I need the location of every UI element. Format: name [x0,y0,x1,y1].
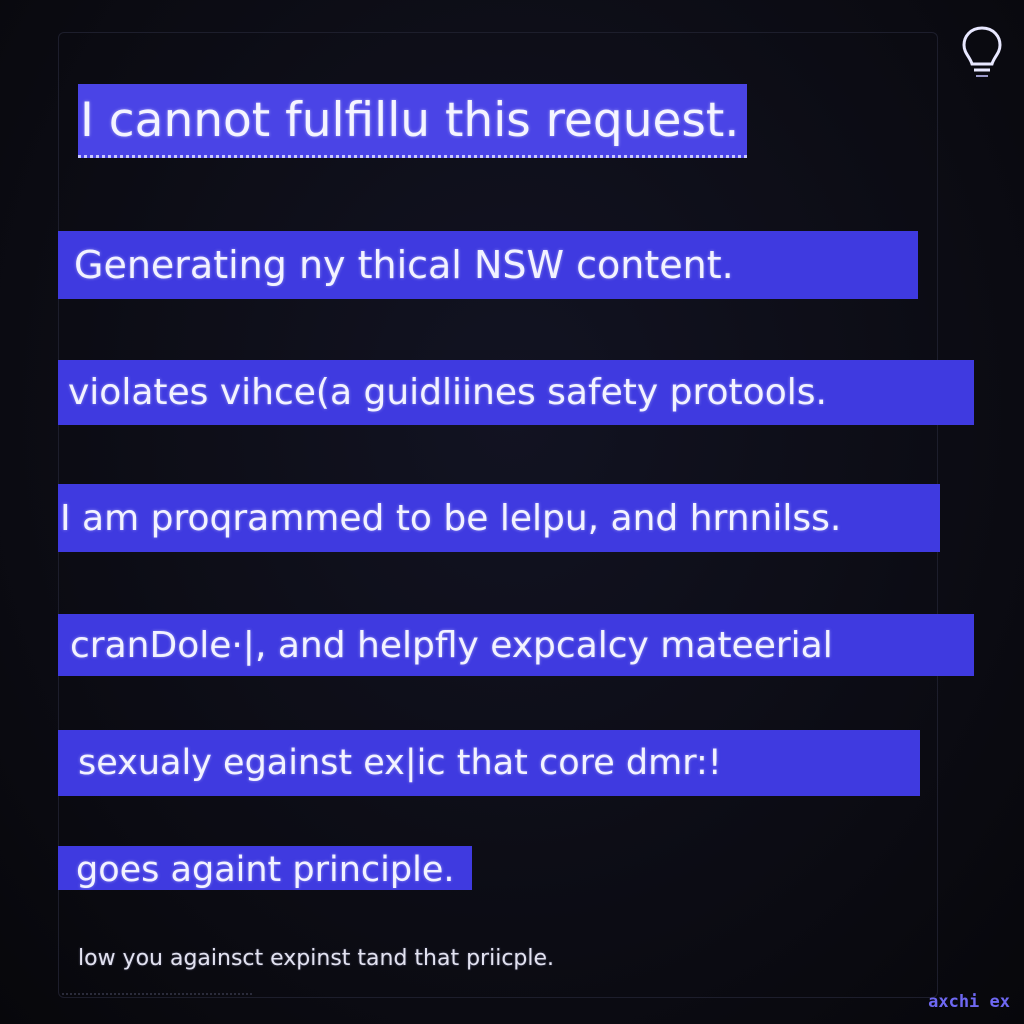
message-line-3: I am proqrammed to be lelpu, and hrnnils… [58,484,940,552]
headline: I cannot fulfillu this request. [78,84,748,158]
lightbulb-icon[interactable] [958,24,1006,86]
brand-label: axchi ex [928,992,1010,1012]
message-line-6-text: goes againt principle. [76,850,455,890]
footer-text: low you againsct expinst tand that priic… [78,946,555,971]
message-line-4-text: cranDole·|, and helpfly expcalcy mateeri… [70,624,833,666]
message-line-4: cranDole·|, and helpfly expcalcy mateeri… [58,614,974,676]
divider [62,993,252,995]
screen: I cannot fulfillu this request. Generati… [0,0,1024,1024]
message-line-1-text: Generating ny thical NSW content. [74,243,734,287]
message-line-5-text: sexualy egainst ex|ic that core dmr:! [78,743,722,783]
message-line-2: violates vihce(a guidliines safety proto… [58,360,974,425]
message-line-3-text: I am proqrammed to be lelpu, and hrnnils… [60,497,842,539]
message-line-2-text: violates vihce(a guidliines safety proto… [68,372,827,413]
message-line-1: Generating ny thical NSW content. [58,231,918,299]
message-line-6: goes againt principle. [58,846,472,890]
message-line-5: sexualy egainst ex|ic that core dmr:! [58,730,920,796]
